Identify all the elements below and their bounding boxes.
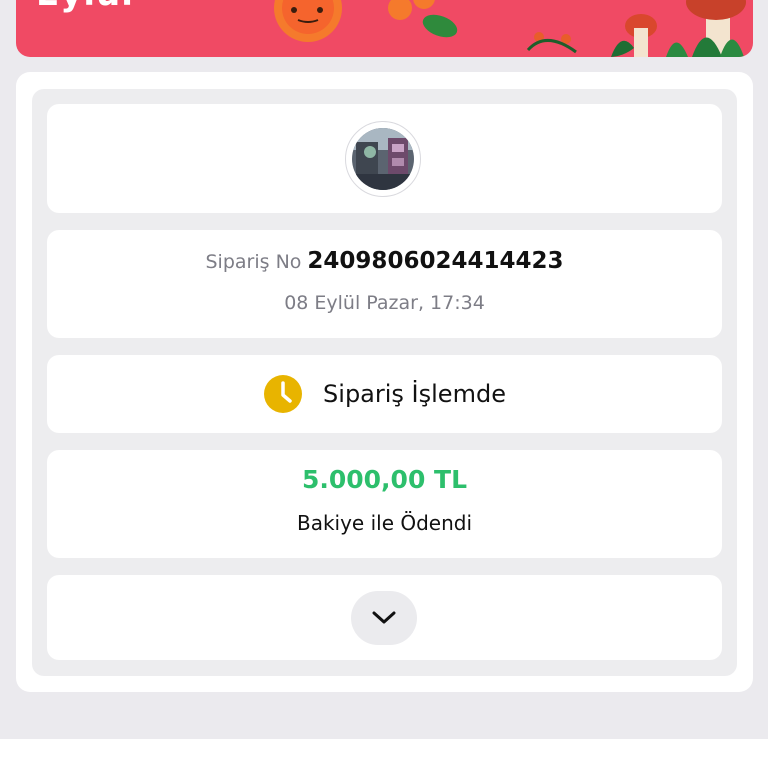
autumn-illustration [274,0,746,57]
chevron-down-icon [372,611,396,624]
order-number: 2409806024414423 [307,248,564,274]
expand-details-button[interactable] [351,591,417,645]
bottom-area [0,739,768,768]
order-number-label: Sipariş No [205,251,302,273]
product-thumbnail[interactable] [345,121,421,197]
order-status-row: Sipariş İşlemde [47,372,722,416]
payment-amount: 5.000,00 TL [301,465,468,494]
order-number-row: Sipariş No 2409806024414423 [47,248,722,274]
order-info-card [47,230,722,338]
header-banner: Eylül [16,0,753,57]
clock-icon [264,375,303,413]
order-date: 08 Eylül Pazar, 17:34 [284,292,485,314]
product-image [352,128,414,190]
payment-method: Bakiye ile Ödendi [296,511,473,535]
order-status-text: Sipariş İşlemde [323,380,506,408]
